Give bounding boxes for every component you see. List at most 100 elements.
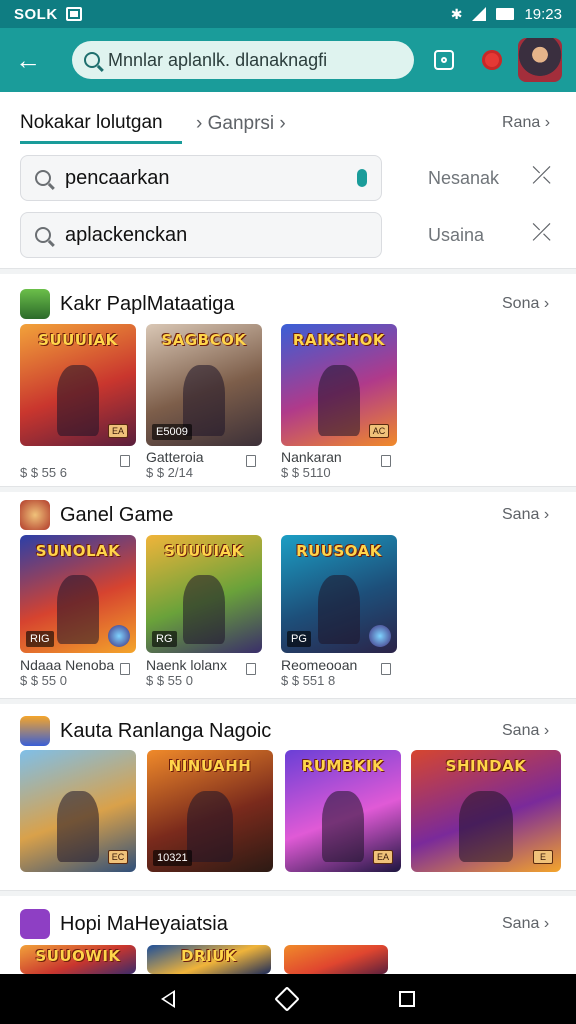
rating-badge: E [533, 850, 553, 864]
game-card[interactable]: NINUAHH 10321 [147, 750, 273, 872]
section-more-link[interactable]: Sana › [502, 722, 549, 740]
tab-sub[interactable]: › Ganprsi › [196, 113, 286, 135]
bluetooth-icon: ✱ [450, 5, 463, 22]
rating-badge: EA [108, 424, 128, 438]
game-character-art [183, 575, 225, 644]
game-card[interactable]: SAGBCOK E5009 [146, 324, 262, 446]
filter-query[interactable]: aplackenckan [65, 224, 187, 247]
search-icon [35, 227, 51, 243]
section-header: Kakr PaplMataatiga [20, 289, 235, 319]
bookmark-icon[interactable] [120, 455, 130, 467]
game-character-art [322, 791, 364, 863]
game-card[interactable]: RUUSOAK PG [281, 535, 397, 653]
battery-icon [496, 8, 515, 20]
game-card[interactable]: SUUUIAK EA [20, 324, 136, 446]
bookmark-icon[interactable] [120, 663, 130, 675]
avatar[interactable] [518, 38, 562, 82]
bookmark-icon[interactable] [246, 663, 256, 675]
game-title-art: SUUUIAK [164, 542, 244, 561]
game-title-art: SAGBCOK [161, 331, 247, 350]
section-header: Hopi MaHeyaiatsia [20, 909, 228, 939]
divider [0, 486, 576, 492]
section-app-icon [20, 500, 50, 530]
game-label-badge: RG [152, 631, 177, 647]
game-price: $ $ 55 0 [146, 673, 193, 688]
divider [0, 698, 576, 704]
game-card[interactable] [284, 945, 388, 974]
section-title: Kauta Ranlanga Nagoic [60, 719, 272, 742]
bookmark-icon[interactable] [246, 455, 256, 467]
filter-query[interactable]: pencaarkan [65, 167, 170, 190]
bookmark-icon[interactable] [381, 663, 391, 675]
search-bar[interactable]: Mnnlar aplanlk. dlanaknagfi [72, 41, 414, 79]
game-title-art: DRIUK [181, 946, 237, 965]
mic-icon[interactable] [357, 169, 367, 187]
filter-label[interactable]: Nesanak [428, 168, 499, 189]
navigation-bar [0, 974, 576, 1024]
rating-badge: EC [108, 850, 128, 864]
tab-active[interactable]: Nokakar lolutgan [20, 112, 163, 134]
section-more-label: Sana [502, 722, 540, 739]
game-title-art: SUUUIAK [38, 331, 118, 350]
game-card[interactable]: EC [20, 750, 136, 872]
search-query[interactable]: Mnnlar aplanlk. dlanaknagfi [108, 50, 327, 71]
game-label-badge: PG [287, 631, 311, 647]
search-icon [84, 52, 100, 68]
back-arrow-icon[interactable]: ← [0, 28, 56, 92]
signal-icon [472, 7, 487, 21]
game-character-art [57, 575, 99, 644]
game-name[interactable]: Ndaaa Nenoba [20, 657, 114, 673]
section-app-icon [20, 289, 50, 319]
tab-right[interactable]: Rana › [502, 114, 550, 132]
divider [0, 268, 576, 274]
game-card[interactable]: RAIKSHOK AC [281, 324, 397, 446]
rating-badge: EA [373, 850, 393, 864]
game-card[interactable]: DRIUK [147, 945, 271, 974]
game-card[interactable]: SHINDAK E [411, 750, 561, 872]
game-price: $ $ 551 8 [281, 673, 336, 688]
tab-sub-label: Ganprsi [207, 113, 275, 134]
game-card[interactable]: RUMBKIK EA [285, 750, 401, 872]
game-name[interactable]: Naenk lolanx [146, 657, 227, 673]
section-more-label: Sana [502, 915, 540, 932]
game-character-art [57, 365, 99, 437]
game-name[interactable]: Reomeooan [281, 657, 357, 673]
section-header: Kauta Ranlanga Nagoic [20, 716, 271, 746]
filter-row-2[interactable]: aplackenckan [20, 212, 382, 258]
game-title-art: SUUOWIK [35, 946, 121, 965]
game-title-art: RAIKSHOK [292, 331, 386, 350]
section-more-label: Sana [502, 506, 540, 523]
game-card[interactable]: SUNOLAK RIG [20, 535, 136, 653]
camera-icon[interactable] [426, 42, 462, 78]
game-title-art: NINUAHH [168, 757, 252, 776]
game-title-art: RUUSOAK [296, 542, 382, 561]
game-title-art: SHINDAK [445, 757, 527, 776]
game-label-badge: 10321 [153, 850, 192, 866]
game-character-art [318, 575, 360, 644]
section-more-link[interactable]: Sona › [502, 295, 549, 313]
close-icon[interactable]: ⤫ [532, 219, 551, 247]
section-more-link[interactable]: Sana › [502, 506, 549, 524]
status-time: 19:23 [524, 5, 562, 23]
game-name[interactable]: Nankaran [281, 449, 342, 465]
game-name[interactable]: Gatteroia [146, 449, 204, 465]
rating-badge: AC [369, 424, 389, 438]
game-price: $ $ 55 6 [20, 465, 67, 480]
game-character-art [459, 791, 513, 863]
game-card[interactable]: SUUOWIK [20, 945, 136, 974]
close-icon[interactable]: ⤫ [532, 162, 551, 190]
game-card[interactable]: SUUUIAK RG [146, 535, 262, 653]
nav-recent-icon[interactable] [398, 991, 415, 1007]
status-bar: SOLK ✱ 19:23 [0, 0, 576, 28]
filter-row-1[interactable]: pencaarkan [20, 155, 382, 201]
alert-icon[interactable] [474, 42, 510, 78]
section-app-icon [20, 909, 50, 939]
nav-back-icon[interactable] [161, 990, 176, 1008]
section-more-link[interactable]: Sana › [502, 915, 549, 933]
filter-label[interactable]: Usaina [428, 225, 484, 246]
screenshot-icon [65, 7, 82, 21]
game-label-badge: RIG [26, 631, 54, 647]
nav-home-icon[interactable] [274, 986, 300, 1012]
bookmark-icon[interactable] [381, 455, 391, 467]
game-title-art: SUNOLAK [35, 542, 121, 561]
